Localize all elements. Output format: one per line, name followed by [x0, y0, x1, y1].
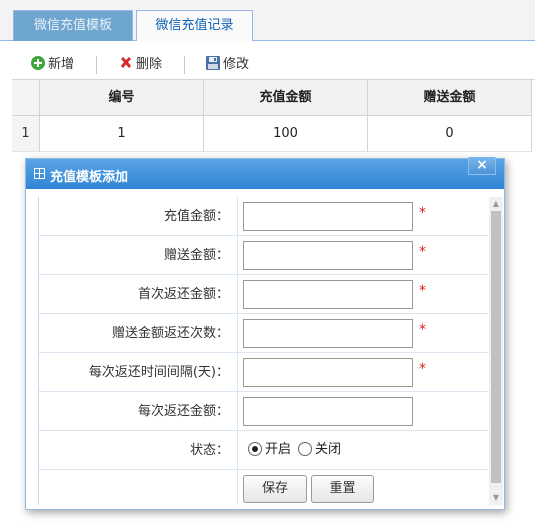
field-label: 每次返还金额： [39, 392, 238, 430]
form-row-per-return-amount: 每次返还金额： [39, 392, 489, 431]
form-row-return-count: 赠送金额返还次数： * [39, 314, 489, 353]
form-row-status: 状态： 开启 关闭 [39, 431, 489, 470]
status-off-radio[interactable] [298, 442, 312, 456]
grid-header-row: 编号 充值金额 赠送金额 [12, 80, 535, 116]
cell-recharge-amount: 100 [204, 116, 368, 152]
form-row-recharge-amount: 充值金额： * [39, 197, 489, 236]
first-return-amount-input[interactable] [243, 280, 413, 309]
table-row[interactable]: 1 1 100 0 [12, 116, 535, 152]
status-on-label[interactable]: 开启 [265, 442, 291, 458]
return-count-input[interactable] [243, 319, 413, 348]
required-mark: * [419, 283, 426, 299]
required-mark: * [419, 205, 426, 221]
close-icon: × [476, 157, 488, 173]
column-header-bonus-amount[interactable]: 赠送金额 [368, 80, 532, 116]
toolbar-divider [96, 56, 97, 74]
form-row-actions: 保存 重置 [39, 470, 489, 505]
row-number: 1 [12, 116, 40, 152]
field-label: 每次返还时间间隔(天)： [39, 353, 238, 391]
tab-recharge-template[interactable]: 微信充值模板 [13, 10, 133, 41]
form-row-first-return-amount: 首次返还金额： * [39, 275, 489, 314]
scrollbar-thumb[interactable] [491, 211, 501, 483]
recharge-amount-input[interactable] [243, 202, 413, 231]
tab-recharge-records[interactable]: 微信充值记录 [136, 10, 253, 42]
form-row-return-interval: 每次返还时间间隔(天)： * [39, 353, 489, 392]
per-return-amount-input[interactable] [243, 397, 413, 426]
plus-circle-icon [30, 54, 46, 70]
cell-bonus-amount: 0 [368, 116, 532, 152]
row-number-header [12, 80, 40, 116]
field-label: 状态： [39, 431, 238, 469]
status-off-label[interactable]: 关闭 [315, 442, 341, 458]
field-label: 赠送金额： [39, 236, 238, 274]
dialog-header[interactable]: 充值模板添加 × [26, 157, 504, 189]
field-label: 首次返还金额： [39, 275, 238, 313]
field-label: 充值金额： [39, 197, 238, 235]
add-button-label: 新增 [48, 57, 75, 72]
actions-label-cell [39, 470, 238, 505]
dialog-scrollbar[interactable]: ▲ ▼ [489, 197, 503, 505]
add-template-dialog: 充值模板添加 × 充值金额： * 赠送金额： * 首次返还金额： * 赠送金额返… [25, 157, 505, 510]
red-x-icon [118, 54, 134, 70]
window-icon [34, 168, 45, 179]
edit-button[interactable]: 修改 [205, 51, 249, 79]
dialog-form: 充值金额： * 赠送金额： * 首次返还金额： * 赠送金额返还次数： * 每次… [38, 197, 489, 505]
cell-id: 1 [40, 116, 204, 152]
delete-button[interactable]: 删除 [118, 51, 162, 79]
toolbar: 新增 删除 修改 [12, 51, 532, 79]
column-header-id[interactable]: 编号 [40, 80, 204, 116]
data-grid: 编号 充值金额 赠送金额 1 1 100 0 [12, 79, 535, 152]
save-button[interactable]: 保存 [243, 475, 307, 503]
tab-bar: 微信充值模板 微信充值记录 [0, 0, 535, 42]
dialog-title: 充值模板添加 [50, 170, 129, 185]
return-interval-days-input[interactable] [243, 358, 413, 387]
delete-button-label: 删除 [136, 57, 163, 72]
field-label: 赠送金额返还次数： [39, 314, 238, 352]
floppy-disk-icon [205, 54, 221, 70]
column-header-recharge-amount[interactable]: 充值金额 [204, 80, 368, 116]
bonus-amount-input[interactable] [243, 241, 413, 270]
form-row-bonus-amount: 赠送金额： * [39, 236, 489, 275]
close-button[interactable]: × [468, 157, 496, 175]
toolbar-divider [184, 56, 185, 74]
scroll-up-arrow-icon[interactable]: ▲ [489, 197, 503, 211]
required-mark: * [419, 361, 426, 377]
required-mark: * [419, 322, 426, 338]
reset-button[interactable]: 重置 [311, 475, 374, 503]
scroll-down-arrow-icon[interactable]: ▼ [489, 491, 503, 505]
required-mark: * [419, 244, 426, 260]
edit-button-label: 修改 [223, 57, 250, 72]
status-on-radio[interactable] [248, 442, 262, 456]
add-button[interactable]: 新增 [30, 51, 74, 79]
